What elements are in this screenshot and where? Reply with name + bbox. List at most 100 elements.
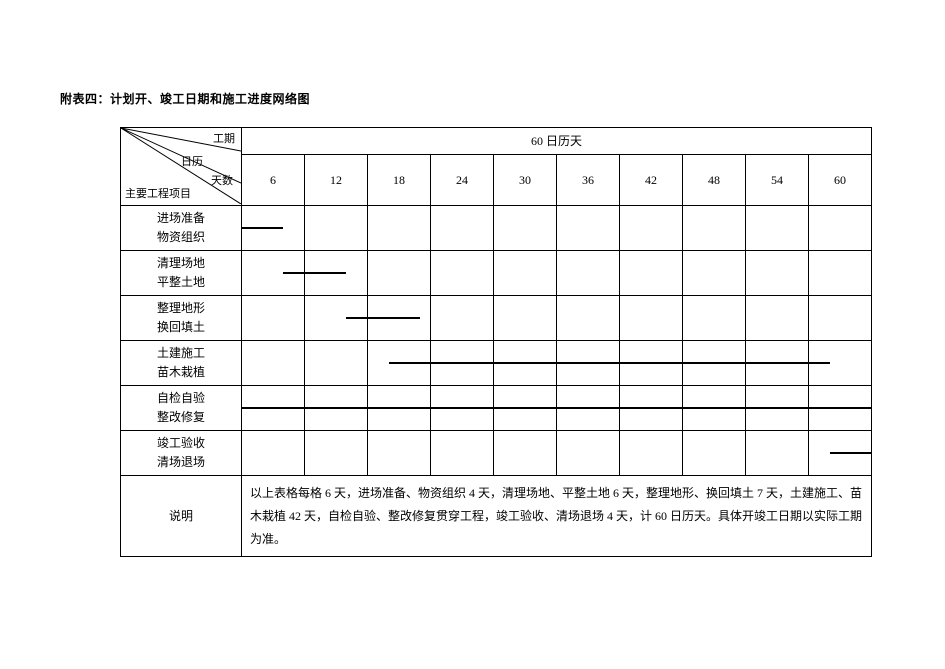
gantt-cell — [305, 341, 368, 386]
gantt-cell — [431, 251, 494, 296]
gantt-cell — [683, 251, 746, 296]
gantt-cell — [557, 206, 620, 251]
page-title: 附表四：计划开、竣工日期和施工进度网络图 — [60, 90, 945, 107]
gantt-cell — [494, 251, 557, 296]
gantt-cell — [368, 341, 431, 386]
gantt-bar — [242, 227, 283, 229]
day-col-48: 48 — [683, 155, 746, 206]
row-label-line1: 自检自验 — [157, 391, 205, 405]
gantt-cell — [557, 386, 620, 431]
row-label: 竣工验收 清场退场 — [121, 431, 242, 476]
gantt-bar — [431, 407, 493, 409]
document-page: 附表四：计划开、竣工日期和施工进度网络图 工期 日历 天数 主要工程项目 60 … — [0, 0, 945, 557]
gantt-cell — [431, 341, 494, 386]
gantt-bar — [557, 362, 619, 364]
gantt-cell — [557, 341, 620, 386]
description-body: 以上表格每格 6 天，进场准备、物资组织 4 天，清理场地、平整土地 6 天，整… — [242, 476, 872, 557]
row-label-line2: 清场退场 — [157, 455, 205, 469]
day-col-24: 24 — [431, 155, 494, 206]
day-col-18: 18 — [368, 155, 431, 206]
row-label: 土建施工 苗木栽植 — [121, 341, 242, 386]
gantt-cell — [494, 431, 557, 476]
row-label-line2: 物资组织 — [157, 230, 205, 244]
gantt-cell — [494, 296, 557, 341]
gantt-bar — [746, 362, 808, 364]
row-label: 自检自验 整改修复 — [121, 386, 242, 431]
day-col-6: 6 — [242, 155, 305, 206]
gantt-cell — [746, 206, 809, 251]
gantt-cell — [683, 206, 746, 251]
gantt-cell — [620, 431, 683, 476]
day-col-12: 12 — [305, 155, 368, 206]
gantt-bar — [494, 362, 556, 364]
gantt-cell — [242, 431, 305, 476]
gantt-cell — [305, 251, 368, 296]
gantt-cell — [368, 206, 431, 251]
gantt-cell — [557, 296, 620, 341]
gantt-cell — [683, 431, 746, 476]
gantt-bar — [809, 362, 830, 364]
gantt-bar — [557, 407, 619, 409]
row-label-line2: 苗木栽植 — [157, 365, 205, 379]
gantt-cell — [620, 296, 683, 341]
gantt-bar — [242, 407, 304, 409]
gantt-cell — [746, 296, 809, 341]
row-label-line2: 平整土地 — [157, 275, 205, 289]
gantt-bar — [620, 362, 682, 364]
gantt-bar — [305, 407, 367, 409]
gantt-bar — [305, 272, 346, 274]
row-label-line2: 整改修复 — [157, 410, 205, 424]
gantt-cell — [809, 341, 872, 386]
table-row: 竣工验收 清场退场 — [121, 431, 872, 476]
table-row: 进场准备 物资组织 — [121, 206, 872, 251]
row-label-line1: 整理地形 — [157, 301, 205, 315]
gantt-bar — [389, 362, 430, 364]
gantt-cell — [242, 386, 305, 431]
gantt-cell — [305, 386, 368, 431]
gantt-bar — [809, 407, 871, 409]
description-label: 说明 — [121, 476, 242, 557]
gantt-bar — [431, 362, 493, 364]
gantt-cell — [746, 251, 809, 296]
gantt-cell — [494, 386, 557, 431]
gantt-bar — [346, 317, 367, 319]
gantt-cell — [620, 386, 683, 431]
gantt-cell — [368, 251, 431, 296]
table-row: 清理场地 平整土地 — [121, 251, 872, 296]
row-label: 清理场地 平整土地 — [121, 251, 242, 296]
gantt-cell — [431, 206, 494, 251]
row-label-line1: 进场准备 — [157, 211, 205, 225]
day-col-42: 42 — [620, 155, 683, 206]
gantt-cell — [746, 431, 809, 476]
gantt-cell — [683, 341, 746, 386]
gantt-bar — [683, 362, 745, 364]
hdr-corner-top: 工期 — [213, 131, 235, 148]
day-col-36: 36 — [557, 155, 620, 206]
row-label: 进场准备 物资组织 — [121, 206, 242, 251]
gantt-bar — [283, 272, 304, 274]
description-row: 说明 以上表格每格 6 天，进场准备、物资组织 4 天，清理场地、平整土地 6 … — [121, 476, 872, 557]
hdr-corner-mid: 日历 — [181, 154, 203, 171]
gantt-bar — [683, 407, 745, 409]
gantt-cell — [242, 206, 305, 251]
gantt-cell — [368, 296, 431, 341]
hdr-corner-bl: 主要工程项目 — [125, 186, 191, 203]
gantt-cell — [683, 386, 746, 431]
gantt-cell — [494, 206, 557, 251]
row-label-line1: 土建施工 — [157, 346, 205, 360]
gantt-cell — [557, 251, 620, 296]
row-label-line2: 换回填土 — [157, 320, 205, 334]
gantt-cell — [557, 431, 620, 476]
day-col-30: 30 — [494, 155, 557, 206]
gantt-bar — [368, 407, 430, 409]
gantt-cell — [809, 251, 872, 296]
gantt-bar — [620, 407, 682, 409]
gantt-cell — [620, 341, 683, 386]
row-label-line1: 清理场地 — [157, 256, 205, 270]
gantt-cell — [620, 206, 683, 251]
gantt-cell — [809, 206, 872, 251]
day-col-60: 60 — [809, 155, 872, 206]
schedule-table: 工期 日历 天数 主要工程项目 60 日历天 6 12 18 24 30 36 … — [120, 127, 872, 557]
gantt-bar — [368, 317, 420, 319]
table-row: 土建施工 苗木栽植 — [121, 341, 872, 386]
